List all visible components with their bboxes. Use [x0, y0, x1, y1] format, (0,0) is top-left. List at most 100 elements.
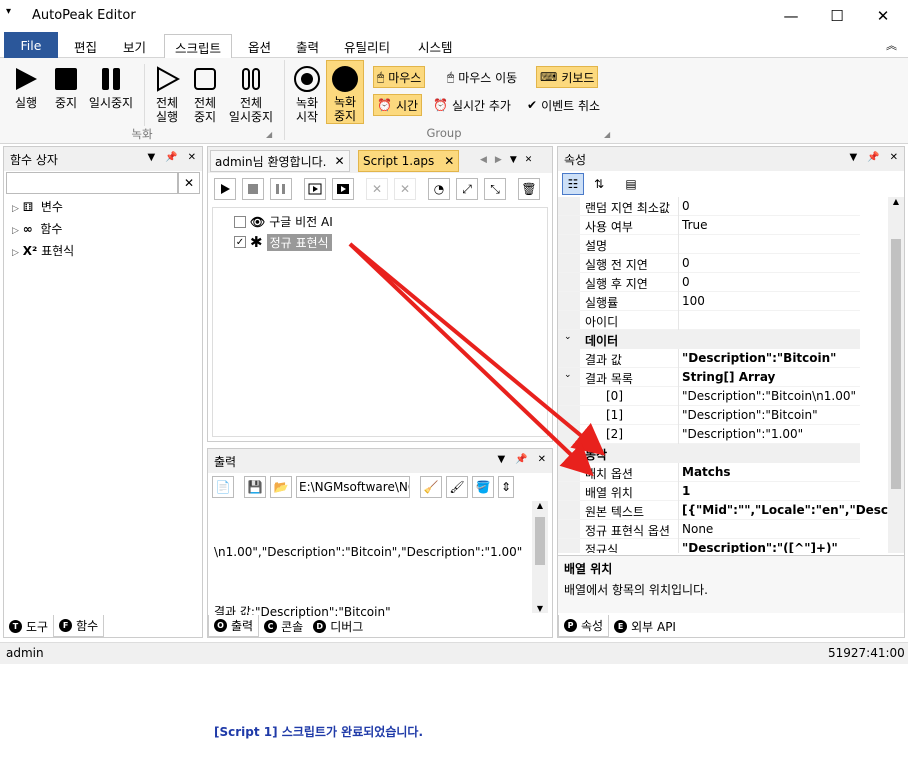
step-in-button[interactable]: [304, 178, 326, 200]
stop-all-button[interactable]: 전체 중지: [188, 64, 222, 124]
tab-file[interactable]: File: [4, 32, 58, 58]
property-row[interactable]: 랜덤 지연 최소값 0: [558, 197, 860, 216]
mouse-button[interactable]: 🖱 마우스: [373, 66, 426, 88]
property-value[interactable]: None: [682, 522, 713, 536]
maximize-button[interactable]: ☐: [814, 0, 860, 32]
property-value[interactable]: 0: [682, 199, 690, 213]
dropdown-icon[interactable]: ▼: [147, 152, 155, 163]
property-row[interactable]: [0] "Description":"Bitcoin\n1.00": [558, 387, 860, 406]
dropdown-icon[interactable]: ▼: [497, 454, 505, 465]
toolbox-search-input[interactable]: [6, 172, 178, 194]
play-button[interactable]: [214, 178, 236, 200]
close-icon[interactable]: ✕: [890, 152, 898, 163]
tab-utility[interactable]: 유틸리티: [334, 34, 400, 58]
property-value[interactable]: "Description":"Bitcoin": [682, 351, 836, 365]
property-row[interactable]: 배열 위치 1: [558, 482, 860, 501]
dialog-launcher-icon[interactable]: ◢: [604, 130, 610, 139]
close-tab-icon[interactable]: ✕: [444, 154, 454, 168]
tab-functions[interactable]: F 함수: [53, 615, 105, 637]
clear-search-button[interactable]: ✕: [178, 172, 200, 194]
save-icon[interactable]: 💾: [244, 476, 266, 498]
property-row[interactable]: 원본 텍스트 [{"Mid":"","Locale":"en","Descript…: [558, 501, 888, 520]
property-row[interactable]: 정규 표현식 옵션 None: [558, 520, 860, 539]
output-path-input[interactable]: [296, 476, 410, 498]
property-value[interactable]: "Description":"Bitcoin\n1.00": [682, 389, 856, 403]
delete-button[interactable]: ✕: [366, 178, 388, 200]
property-value[interactable]: 1: [682, 484, 690, 498]
property-value[interactable]: True: [682, 218, 708, 232]
tree-item-expression[interactable]: ▷ X² 표현식: [12, 241, 74, 263]
run-all-button[interactable]: 전체 실행: [148, 64, 186, 124]
expand-chevron-icon[interactable]: ⌄: [564, 370, 572, 380]
property-value[interactable]: "Description":"Bitcoin": [682, 408, 818, 422]
tree-item-function[interactable]: ▷ ∞ 함수: [12, 219, 74, 241]
dropdown-icon[interactable]: ▼: [849, 152, 857, 163]
property-value[interactable]: "Description":"([^"]+)": [682, 541, 838, 553]
stop-button[interactable]: 중지: [48, 64, 84, 110]
time-button[interactable]: ⏰ 시간: [373, 94, 423, 116]
property-row[interactable]: 결과 값 "Description":"Bitcoin": [558, 349, 860, 368]
run-button[interactable]: 실행: [8, 64, 44, 110]
property-pages-icon[interactable]: ▤: [620, 173, 642, 195]
pin-icon[interactable]: 📌: [867, 152, 879, 163]
pause-all-button[interactable]: 전체 일시중지: [226, 64, 276, 124]
property-value[interactable]: 0: [682, 275, 690, 289]
property-row[interactable]: 아이디: [558, 311, 860, 330]
mouse-move-button[interactable]: 🖱 마우스 이동: [444, 66, 520, 88]
spin-button[interactable]: ⇕: [498, 476, 514, 498]
fill-icon[interactable]: 🪣: [472, 476, 494, 498]
dialog-launcher-icon[interactable]: ◢: [266, 130, 272, 139]
record-stop-button[interactable]: 녹화 중지: [326, 60, 364, 124]
property-value[interactable]: Matchs: [682, 465, 731, 479]
scroll-thumb[interactable]: [891, 239, 901, 489]
property-category[interactable]: ⌄ 동작: [558, 444, 860, 463]
open-folder-icon[interactable]: 📂: [270, 476, 292, 498]
tab-script-1[interactable]: Script 1.aps ✕: [358, 150, 460, 172]
tab-system[interactable]: 시스템: [408, 34, 463, 58]
tab-properties[interactable]: P 속성: [558, 615, 610, 637]
close-icon[interactable]: ✕: [188, 152, 196, 163]
tree-item-variable[interactable]: ▷ ⚅ 변수: [12, 197, 74, 219]
property-value[interactable]: "Description":"1.00": [682, 427, 803, 441]
brush-icon[interactable]: 🖌: [446, 476, 468, 498]
pin-icon[interactable]: 📌: [515, 454, 527, 465]
tab-external-api[interactable]: E 외부 API: [609, 615, 681, 637]
expand-chevron-icon[interactable]: ⌄: [564, 446, 572, 456]
property-row[interactable]: 사용 여부 True: [558, 216, 860, 235]
property-value[interactable]: [{"Mid":"","Locale":"en","Descriptio: [682, 503, 888, 517]
close-icon[interactable]: ✕: [538, 454, 546, 465]
property-row[interactable]: 실행 전 지연 0: [558, 254, 860, 273]
new-file-icon[interactable]: 📄: [212, 476, 234, 498]
properties-scrollbar[interactable]: ▲: [888, 197, 904, 553]
property-value[interactable]: 100: [682, 294, 705, 308]
tab-output[interactable]: O 출력: [208, 615, 260, 637]
property-value[interactable]: String[] Array: [682, 370, 775, 384]
categorized-icon[interactable]: ☷: [562, 173, 584, 195]
property-value[interactable]: 0: [682, 256, 690, 270]
sort-az-icon[interactable]: ⇅: [588, 173, 610, 195]
close-button[interactable]: ✕: [860, 0, 906, 32]
keyboard-button[interactable]: ⌨ 키보드: [536, 66, 599, 88]
property-row[interactable]: 매치 옵션 Matchs: [558, 463, 860, 482]
close-icon[interactable]: ✕: [525, 155, 533, 165]
prev-tab-icon[interactable]: ◀: [480, 155, 487, 165]
property-row[interactable]: 설명: [558, 235, 860, 254]
event-cancel-button[interactable]: ✔ 이벤트 취소: [524, 94, 603, 116]
step-over-button[interactable]: [332, 178, 354, 200]
stop-button[interactable]: [242, 178, 264, 200]
minimize-button[interactable]: —: [768, 0, 814, 32]
tab-output[interactable]: 출력: [286, 34, 329, 58]
node-checkbox[interactable]: [234, 215, 246, 228]
node-regex[interactable]: ✓ ✱ 정규 표현식: [234, 233, 332, 251]
pin-icon[interactable]: 📌: [165, 152, 177, 163]
tab-debug[interactable]: D 디버그: [308, 615, 368, 637]
collapse-ribbon-icon[interactable]: ︽: [886, 37, 897, 53]
delete-all-button[interactable]: ✕: [394, 178, 416, 200]
refresh-icon[interactable]: ◔: [428, 178, 450, 200]
output-scrollbar[interactable]: ▲ ▼: [532, 501, 548, 613]
close-tab-icon[interactable]: ✕: [334, 154, 344, 168]
property-row[interactable]: [1] "Description":"Bitcoin": [558, 406, 860, 425]
expand-chevron-icon[interactable]: ⌄: [564, 332, 572, 342]
tab-console[interactable]: C 콘솔: [259, 615, 308, 637]
tab-script[interactable]: 스크립트: [164, 34, 233, 59]
